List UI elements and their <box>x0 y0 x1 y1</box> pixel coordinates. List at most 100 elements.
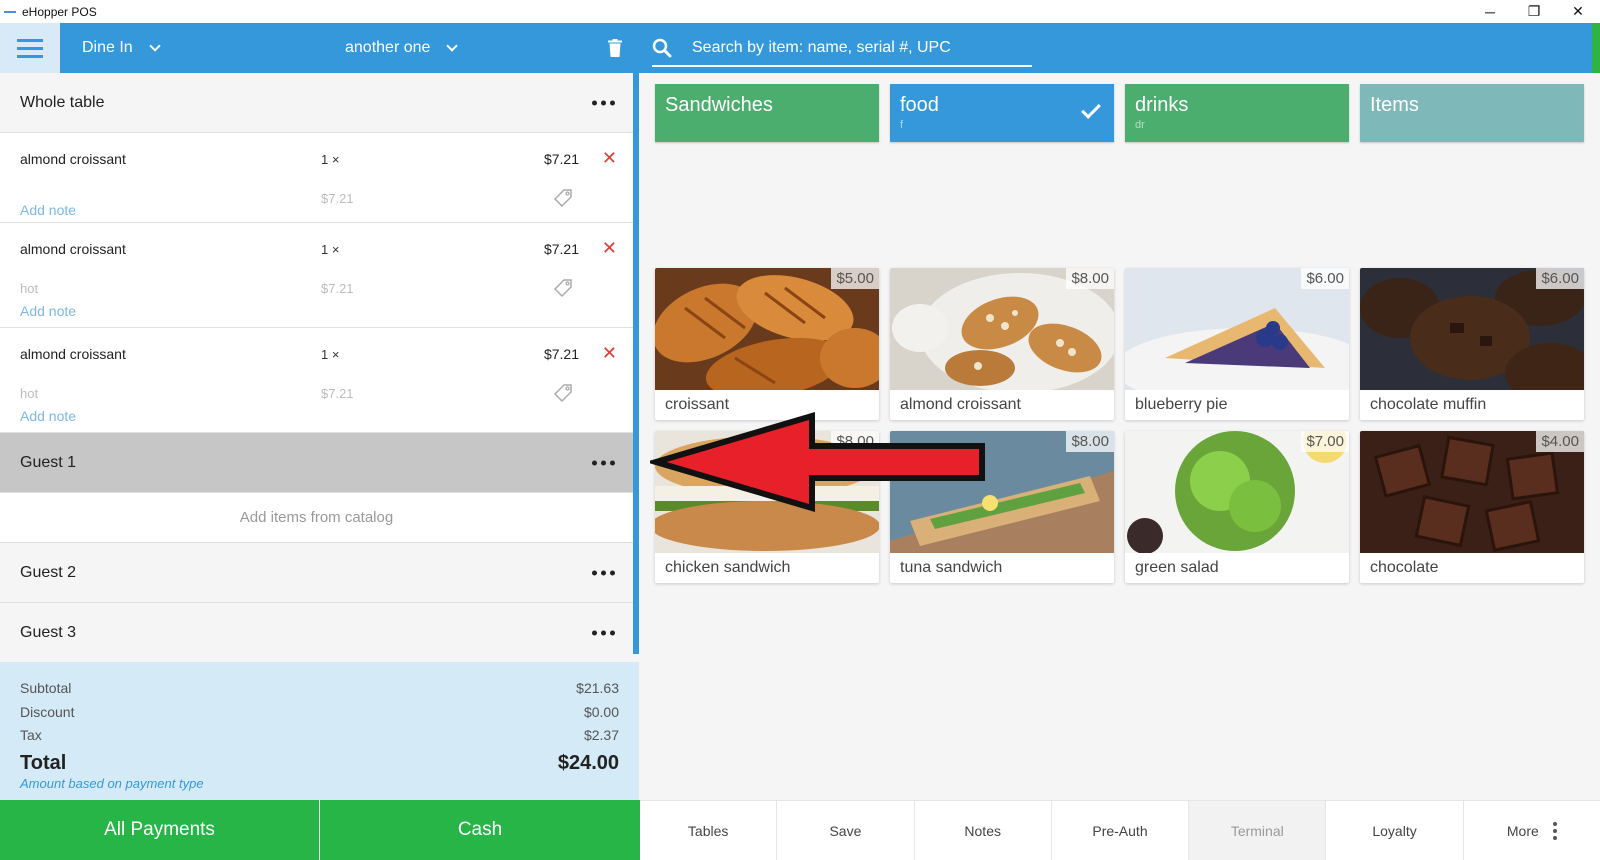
more-options-icon[interactable] <box>592 460 615 465</box>
discount-tag-icon[interactable] <box>553 383 573 403</box>
order-item[interactable]: almond croissant 1 × $7.21 ✕ hot $7.21 A… <box>0 223 633 328</box>
order-panel: Whole table almond croissant 1 × $7.21 ✕… <box>0 73 633 662</box>
discount-tag-icon[interactable] <box>553 188 573 208</box>
product-price: $4.00 <box>1536 431 1584 452</box>
subtotal-value: $21.63 <box>576 680 619 696</box>
category-label: Items <box>1370 94 1419 116</box>
item-qty[interactable]: 1 × <box>321 242 339 257</box>
category-items[interactable]: Items <box>1360 84 1584 142</box>
window-title: eHopper POS <box>22 4 97 19</box>
pre-auth-button[interactable]: Pre-Auth <box>1052 801 1190 860</box>
add-items-hint: Add items from catalog <box>0 493 633 543</box>
order-item[interactable]: almond croissant 1 × $7.21 ✕ hot $7.21 A… <box>0 328 633 433</box>
order-scrollbar[interactable] <box>633 73 639 654</box>
minimize-button[interactable]: ─ <box>1468 0 1512 23</box>
remove-item-icon[interactable]: ✕ <box>602 149 617 167</box>
product-name: tuna sandwich <box>900 559 1003 576</box>
product-card-blueberry-pie[interactable]: $6.00 blueberry pie <box>1125 268 1349 420</box>
more-options-icon[interactable] <box>592 630 615 635</box>
guest-row-1[interactable]: Guest 1 <box>0 433 633 493</box>
notes-button[interactable]: Notes <box>915 801 1052 860</box>
remove-item-icon[interactable]: ✕ <box>602 344 617 362</box>
remove-item-icon[interactable]: ✕ <box>602 239 617 257</box>
discount-tag-icon[interactable] <box>553 278 573 298</box>
product-card-almond-croissant[interactable]: $8.00 almond croissant <box>890 268 1114 420</box>
tax-value: $2.37 <box>583 727 619 743</box>
cash-button[interactable]: Cash <box>320 800 640 860</box>
customer-dropdown[interactable]: another one <box>345 39 459 57</box>
product-card-green-salad[interactable]: $7.00 green salad <box>1125 431 1349 583</box>
total-value: $24.00 <box>557 752 619 774</box>
item-name: almond croissant <box>20 151 126 167</box>
category-food[interactable]: food f <box>890 84 1114 142</box>
category-label: food <box>900 94 939 116</box>
more-options-icon[interactable] <box>592 570 615 575</box>
tax-row: Tax $2.37 <box>20 727 619 743</box>
more-options-icon[interactable] <box>592 100 615 105</box>
tables-button[interactable]: Tables <box>640 801 778 860</box>
guest-row-2[interactable]: Guest 2 <box>0 543 633 603</box>
subtotal-label: Subtotal <box>20 680 72 696</box>
restore-button[interactable]: ❐ <box>1512 0 1556 23</box>
product-price: $8.00 <box>1066 268 1114 289</box>
title-bar: eHopper POS ─ ❐ ✕ <box>0 0 1600 23</box>
add-note-link[interactable]: Add note <box>20 303 76 319</box>
chevron-down-icon <box>446 39 459 52</box>
guest-label: Guest 3 <box>20 623 77 641</box>
guest-label: Guest 1 <box>20 453 77 471</box>
discount-row: Discount $0.00 <box>20 704 619 720</box>
save-button[interactable]: Save <box>777 801 915 860</box>
whole-table-row[interactable]: Whole table <box>0 73 633 133</box>
category-sandwiches[interactable]: Sandwiches <box>655 84 879 142</box>
product-card-chocolate[interactable]: $4.00 chocolate <box>1360 431 1584 583</box>
product-name: chicken sandwich <box>665 559 791 576</box>
product-name: chocolate muffin <box>1370 396 1487 413</box>
catalog-header <box>640 23 1592 73</box>
trash-icon[interactable] <box>608 39 622 57</box>
item-unit-price: $7.21 <box>321 281 354 296</box>
search-input[interactable] <box>692 39 1022 57</box>
category-code: dr <box>1135 119 1145 131</box>
totals-panel: Subtotal $21.63 Discount $0.00 Tax $2.37… <box>0 662 639 800</box>
guest-row-3[interactable]: Guest 3 <box>0 603 633 662</box>
category-label: drinks <box>1135 94 1189 116</box>
product-name: chocolate <box>1370 559 1439 576</box>
annotation-arrow <box>650 412 985 512</box>
add-note-link[interactable]: Add note <box>20 202 76 218</box>
item-price: $7.21 <box>543 241 579 257</box>
order-item[interactable]: almond croissant 1 × $7.21 ✕ $7.21 Add n… <box>0 133 633 223</box>
chevron-down-icon <box>149 39 161 52</box>
product-price: $5.00 <box>831 268 879 289</box>
product-card-croissant[interactable]: $5.00 croissant <box>655 268 879 420</box>
product-name: blueberry pie <box>1135 396 1228 413</box>
item-unit-price: $7.21 <box>321 191 354 206</box>
close-window-button[interactable]: ✕ <box>1556 0 1600 23</box>
category-drinks[interactable]: drinks dr <box>1125 84 1349 142</box>
hamburger-menu-icon[interactable] <box>0 23 60 73</box>
discount-value: $0.00 <box>583 704 619 720</box>
order-header: Dine In another one <box>0 23 640 73</box>
customer-label: another one <box>345 39 431 56</box>
bottom-toolbar: Tables Save Notes Pre-Auth Terminal Loya… <box>640 800 1600 860</box>
all-payments-button[interactable]: All Payments <box>0 800 319 860</box>
product-price: $6.00 <box>1301 268 1349 289</box>
tax-label: Tax <box>20 727 42 743</box>
terminal-button[interactable]: Terminal <box>1189 801 1327 860</box>
product-price: $6.00 <box>1536 268 1584 289</box>
item-note: hot <box>20 281 39 296</box>
total-note: Amount based on payment type <box>20 776 204 791</box>
product-card-chocolate-muffin[interactable]: $6.00 chocolate muffin <box>1360 268 1584 420</box>
add-note-link[interactable]: Add note <box>20 408 76 424</box>
more-button[interactable]: More <box>1464 801 1600 860</box>
header-edge <box>1592 23 1600 73</box>
total-label: Total <box>20 752 67 774</box>
more-label: More <box>1506 822 1539 839</box>
product-price: $8.00 <box>1066 431 1114 452</box>
order-type-dropdown[interactable]: Dine In <box>82 39 161 57</box>
category-code: f <box>900 119 904 131</box>
product-price: $7.00 <box>1301 431 1349 452</box>
item-qty[interactable]: 1 × <box>321 347 339 362</box>
loyalty-button[interactable]: Loyalty <box>1326 801 1464 860</box>
item-qty[interactable]: 1 × <box>321 152 339 167</box>
search-icon <box>652 38 672 58</box>
